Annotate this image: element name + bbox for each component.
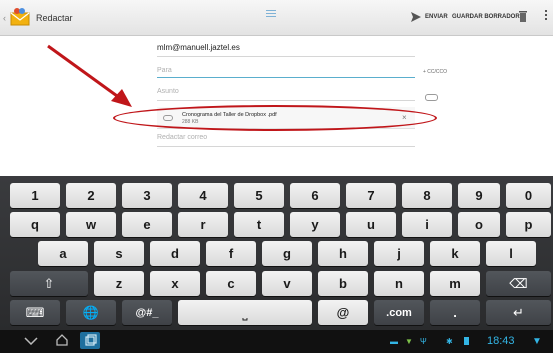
key-i[interactable]: i bbox=[402, 212, 452, 237]
key-3[interactable]: 3 bbox=[122, 183, 172, 208]
key-q[interactable]: q bbox=[10, 212, 60, 237]
key-y[interactable]: y bbox=[290, 212, 340, 237]
backspace-key[interactable]: ⌫ bbox=[486, 271, 551, 296]
enter-icon: ↵ bbox=[513, 304, 524, 320]
on-screen-keyboard: 1 2 3 4 5 6 7 8 9 0 q w e r t y u i o p … bbox=[0, 176, 553, 330]
shift-key[interactable]: ⇧ bbox=[10, 271, 88, 296]
back-icon[interactable] bbox=[24, 337, 38, 345]
bluetooth-icon: ✱ bbox=[446, 337, 453, 346]
key-h[interactable]: h bbox=[318, 241, 368, 266]
system-bar: ▬ ▼ Ψ ✱ 18:43 ▼ bbox=[0, 330, 553, 353]
key-2[interactable]: 2 bbox=[66, 183, 116, 208]
keyboard-settings-key[interactable]: ⌨ bbox=[10, 300, 60, 325]
symbols-key[interactable]: @#_ bbox=[122, 300, 172, 325]
shift-icon: ⇧ bbox=[43, 275, 55, 291]
key-n[interactable]: n bbox=[374, 271, 424, 296]
home-icon[interactable] bbox=[56, 334, 68, 346]
key-o[interactable]: o bbox=[458, 212, 500, 237]
key-at[interactable]: @ bbox=[318, 300, 368, 325]
key-j[interactable]: j bbox=[374, 241, 424, 266]
key-0[interactable]: 0 bbox=[506, 183, 551, 208]
key-x[interactable]: x bbox=[150, 271, 200, 296]
globe-icon: 🌐 bbox=[82, 304, 100, 320]
keyboard-icon: ⌨ bbox=[25, 304, 45, 320]
key-a[interactable]: a bbox=[38, 241, 88, 266]
notification-icon: ▬ bbox=[390, 337, 398, 346]
annotation-ellipse bbox=[113, 105, 437, 131]
recents-icon bbox=[85, 334, 97, 346]
key-p[interactable]: p bbox=[506, 212, 551, 237]
clock: 18:43 bbox=[487, 335, 515, 347]
enter-key[interactable]: ↵ bbox=[486, 300, 551, 325]
key-6[interactable]: 6 bbox=[290, 183, 340, 208]
battery-icon bbox=[464, 337, 469, 345]
space-key[interactable]: ⎵ bbox=[178, 300, 312, 325]
key-l[interactable]: l bbox=[486, 241, 536, 266]
key-t[interactable]: t bbox=[234, 212, 284, 237]
key-5[interactable]: 5 bbox=[234, 183, 284, 208]
key-b[interactable]: b bbox=[318, 271, 368, 296]
key-g[interactable]: g bbox=[262, 241, 312, 266]
key-f[interactable]: f bbox=[206, 241, 256, 266]
dotcom-key[interactable]: .com bbox=[374, 300, 424, 325]
backspace-icon: ⌫ bbox=[509, 275, 528, 291]
key-u[interactable]: u bbox=[346, 212, 396, 237]
key-k[interactable]: k bbox=[430, 241, 480, 266]
usb-icon: Ψ bbox=[420, 337, 427, 346]
key-9[interactable]: 9 bbox=[458, 183, 500, 208]
key-s[interactable]: s bbox=[94, 241, 144, 266]
wifi-icon: ▼ bbox=[532, 336, 542, 347]
language-key[interactable]: 🌐 bbox=[66, 300, 116, 325]
key-w[interactable]: w bbox=[66, 212, 116, 237]
key-d[interactable]: d bbox=[150, 241, 200, 266]
key-r[interactable]: r bbox=[178, 212, 228, 237]
recents-button[interactable] bbox=[80, 332, 100, 349]
key-period[interactable]: . bbox=[430, 300, 480, 325]
key-1[interactable]: 1 bbox=[10, 183, 60, 208]
key-v[interactable]: v bbox=[262, 271, 312, 296]
key-8[interactable]: 8 bbox=[402, 183, 452, 208]
key-c[interactable]: c bbox=[206, 271, 256, 296]
key-z[interactable]: z bbox=[94, 271, 144, 296]
key-e[interactable]: e bbox=[122, 212, 172, 237]
key-4[interactable]: 4 bbox=[178, 183, 228, 208]
key-m[interactable]: m bbox=[430, 271, 480, 296]
key-7[interactable]: 7 bbox=[346, 183, 396, 208]
download-icon: ▼ bbox=[405, 337, 413, 346]
space-icon: ⎵ bbox=[242, 304, 248, 320]
